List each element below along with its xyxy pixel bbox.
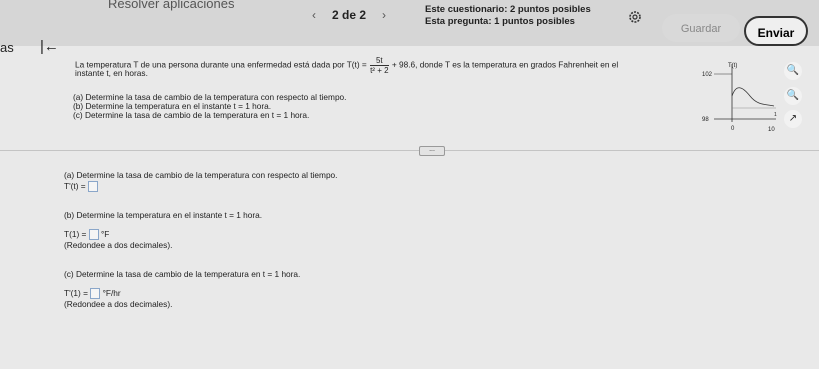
graph-curve <box>731 87 775 107</box>
answer-b-unit: °F <box>100 229 110 239</box>
points-info: Este cuestionario: 2 puntos posibles Est… <box>425 4 591 28</box>
zoom-in-icon[interactable]: 🔍 <box>784 62 802 80</box>
answer-c-prompt: (c) Determine la tasa de cambio de la te… <box>64 269 301 279</box>
graph-extra-tick: 1 <box>774 112 777 118</box>
question-points: Esta pregunta: 1 puntos posibles <box>425 16 575 27</box>
answer-b-note: (Redondee a dos decimales). <box>64 240 173 250</box>
answer-c-input[interactable] <box>90 288 101 300</box>
intro-b: + 98.6, donde T es la temperatura en gra… <box>391 59 619 70</box>
chevron-left-icon[interactable]: ‹ <box>312 8 316 22</box>
top-bar: Resolver aplicaciones ‹ 2 de 2 › Este cu… <box>0 0 819 46</box>
save-button[interactable]: Guardar <box>662 14 740 42</box>
fraction-denominator: t² + 2 <box>370 66 389 75</box>
open-graph-icon[interactable]: ↗ <box>784 110 802 128</box>
zoom-out-icon[interactable]: 🔍 <box>784 87 802 105</box>
graph-x-max: 10 <box>768 127 775 133</box>
gear-icon[interactable] <box>628 10 642 24</box>
answer-b-prompt: (b) Determine la temperatura en el insta… <box>64 210 263 220</box>
graph-y-min: 98 <box>702 117 709 123</box>
part-c: (c) Determine la tasa de cambio de la te… <box>73 110 310 120</box>
answer-b-lhs: T(1) = <box>64 229 87 239</box>
answer-c-unit: °F/hr <box>102 288 121 298</box>
fraction-numerator: 5t <box>370 56 389 66</box>
answer-c-note: (Redondee a dos decimales). <box>64 299 173 309</box>
fraction: 5t t² + 2 <box>370 56 389 75</box>
answer-c-row: T'(1) = °F/hr <box>64 288 121 300</box>
quiz-points: Este cuestionario: 2 puntos posibles <box>425 4 591 15</box>
question-parts: (a) Determine la tasa de cambio de la te… <box>73 93 346 120</box>
answer-b-input[interactable] <box>88 229 99 241</box>
answer-c-lhs: T'(1) = <box>64 288 88 298</box>
graph-x-min: 0 <box>731 126 735 132</box>
answer-a-prompt: (a) Determine la tasa de cambio de la te… <box>64 170 338 180</box>
answer-a-lhs: T'(t) = <box>64 181 86 191</box>
question-statement: La temperatura T de una persona durante … <box>75 56 618 75</box>
function-lhs: T(t) = <box>346 59 367 70</box>
graph-y-label: T(t) <box>728 63 737 69</box>
app-title: Resolver aplicaciones <box>108 0 235 11</box>
section-divider <box>0 150 819 151</box>
answer-a-row: T'(t) = <box>64 181 98 193</box>
question-pager: ‹ 2 de 2 › <box>312 8 386 22</box>
chevron-right-icon[interactable]: › <box>382 8 386 22</box>
answer-b-row: T(1) = °F <box>64 229 110 241</box>
temperature-graph[interactable]: T(t) 102 98 0 10 1 <box>700 60 780 135</box>
page-indicator: 2 de 2 <box>332 8 367 22</box>
back-arrow-icon[interactable]: |← <box>40 38 59 55</box>
answer-a-input[interactable] <box>87 181 98 193</box>
intro-c: instante t, en horas. <box>75 68 148 78</box>
send-button[interactable]: Enviar <box>744 16 808 46</box>
more-button[interactable]: ... <box>419 146 445 156</box>
graph-y-max: 102 <box>702 72 713 78</box>
side-label: as <box>0 40 14 55</box>
